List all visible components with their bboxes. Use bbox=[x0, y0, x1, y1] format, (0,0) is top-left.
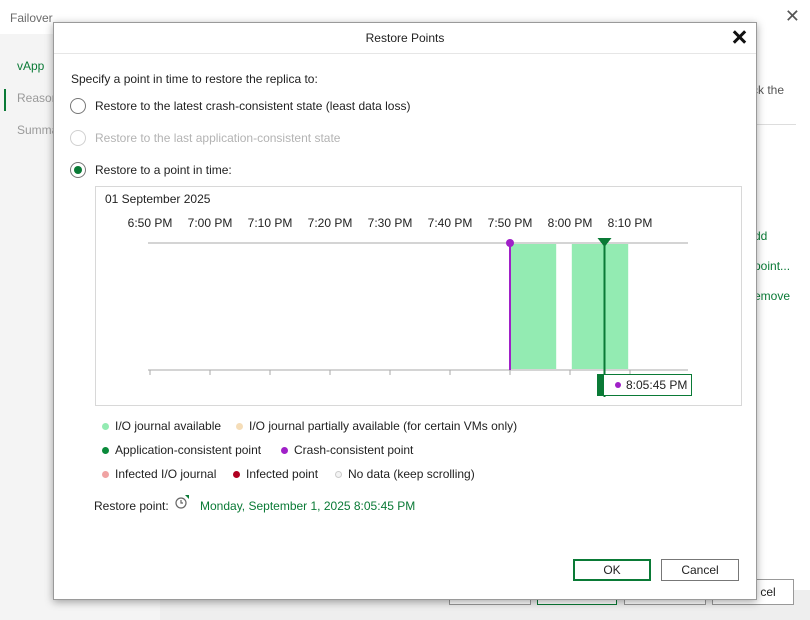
restore-timeline[interactable]: 01 September 2025 6:50 PM 7:00 PM 7:10 PM 7… bbox=[95, 186, 742, 406]
cancel-button[interactable]: Cancel bbox=[661, 559, 739, 581]
legend-dot-icon bbox=[233, 470, 240, 478]
radio-latest-crash-consistent[interactable] bbox=[70, 98, 86, 114]
timeline-tick-label: 7:30 PM bbox=[368, 216, 413, 230]
background-point-link[interactable]: point... bbox=[754, 259, 790, 273]
option-latest-crash-consistent-label: Restore to the latest crash-consistent s… bbox=[95, 99, 411, 113]
option-point-in-time-label: Restore to a point in time: bbox=[95, 163, 232, 177]
crash-consistent-point bbox=[506, 239, 514, 247]
option-last-app-consistent-label: Restore to the last application-consiste… bbox=[95, 131, 341, 145]
restore-point-label: Restore point: bbox=[94, 499, 169, 513]
clock-icon bbox=[175, 495, 189, 509]
legend-label: Application-consistent point bbox=[115, 443, 262, 457]
dialog-header: Restore Points bbox=[54, 23, 756, 54]
legend-label: No data (keep scrolling) bbox=[348, 467, 475, 481]
legend-io-journal-partial: I/O journal partially available (for cer… bbox=[236, 419, 517, 433]
timeline-chart[interactable]: 6:50 PM 7:00 PM 7:10 PM 7:20 PM 7:30 PM 7:40 … bbox=[96, 187, 741, 405]
legend-dot-icon bbox=[335, 470, 342, 478]
legend-label: Crash-consistent point bbox=[294, 443, 414, 457]
legend-application-consistent: Application-consistent point bbox=[102, 443, 261, 457]
background-window-title: Failover bbox=[10, 11, 53, 25]
background-close-icon[interactable]: ✕ bbox=[785, 6, 800, 27]
restore-point-value: Monday, September 1, 2025 8:05:45 PM bbox=[200, 499, 416, 513]
sidebar-item-reason[interactable]: Reason bbox=[17, 91, 53, 105]
ok-button[interactable]: OK bbox=[573, 559, 651, 581]
background-remove-link[interactable]: emove bbox=[754, 289, 790, 303]
dialog-prompt: Specify a point in time to restore the r… bbox=[71, 72, 318, 86]
io-journal-segment bbox=[571, 244, 629, 369]
selected-time-flag bbox=[598, 375, 604, 395]
option-last-app-consistent: Restore to the last application-consiste… bbox=[70, 129, 340, 147]
timeline-tick-label: 7:10 PM bbox=[248, 216, 293, 230]
legend-no-data: No data (keep scrolling) bbox=[335, 467, 475, 481]
legend-crash-consistent: Crash-consistent point bbox=[281, 443, 413, 457]
timeline-tick-label: 7:20 PM bbox=[308, 216, 353, 230]
legend-infected-point: Infected point bbox=[233, 467, 318, 481]
legend-label: Infected I/O journal bbox=[115, 467, 217, 481]
timeline-tick-label: 8:10 PM bbox=[608, 216, 653, 230]
legend-dot-icon bbox=[236, 422, 243, 430]
legend-dot-icon bbox=[102, 422, 109, 430]
legend-label: Infected point bbox=[246, 467, 319, 481]
timeline-tick-label: 7:50 PM bbox=[488, 216, 533, 230]
legend-dot-icon bbox=[102, 470, 109, 478]
close-icon[interactable] bbox=[730, 28, 748, 46]
sidebar-item-vapp[interactable]: vApp bbox=[17, 59, 44, 73]
timeline-tick-label: 6:50 PM bbox=[128, 216, 173, 230]
option-point-in-time[interactable]: Restore to a point in time: bbox=[70, 161, 232, 179]
legend-dot-icon bbox=[102, 446, 109, 454]
dialog-title: Restore Points bbox=[365, 31, 445, 45]
radio-point-in-time[interactable] bbox=[70, 162, 86, 178]
legend-dot-icon bbox=[281, 446, 288, 454]
timeline-tick-label: 8:00 PM bbox=[548, 216, 593, 230]
selected-time-box: 8:05:45 PM bbox=[597, 374, 692, 396]
legend-label: I/O journal available bbox=[115, 419, 222, 433]
selected-time-label: 8:05:45 PM bbox=[626, 378, 688, 392]
legend-label: I/O journal partially available (for cer… bbox=[249, 419, 518, 433]
legend-io-journal-available: I/O journal available bbox=[102, 419, 221, 433]
legend-infected-io-journal: Infected I/O journal bbox=[102, 467, 216, 481]
crash-point-dot-icon bbox=[615, 382, 621, 388]
sidebar-active-indicator bbox=[4, 89, 6, 111]
radio-last-app-consistent bbox=[70, 130, 86, 146]
io-journal-segment bbox=[510, 244, 557, 369]
timeline-tick-label: 7:00 PM bbox=[188, 216, 233, 230]
timeline-tick-label: 7:40 PM bbox=[428, 216, 473, 230]
sidebar-item-summary[interactable]: Summary bbox=[17, 123, 53, 137]
option-latest-crash-consistent[interactable]: Restore to the latest crash-consistent s… bbox=[70, 97, 410, 115]
restore-points-dialog: Restore Points Specify a point in time t… bbox=[53, 22, 757, 600]
